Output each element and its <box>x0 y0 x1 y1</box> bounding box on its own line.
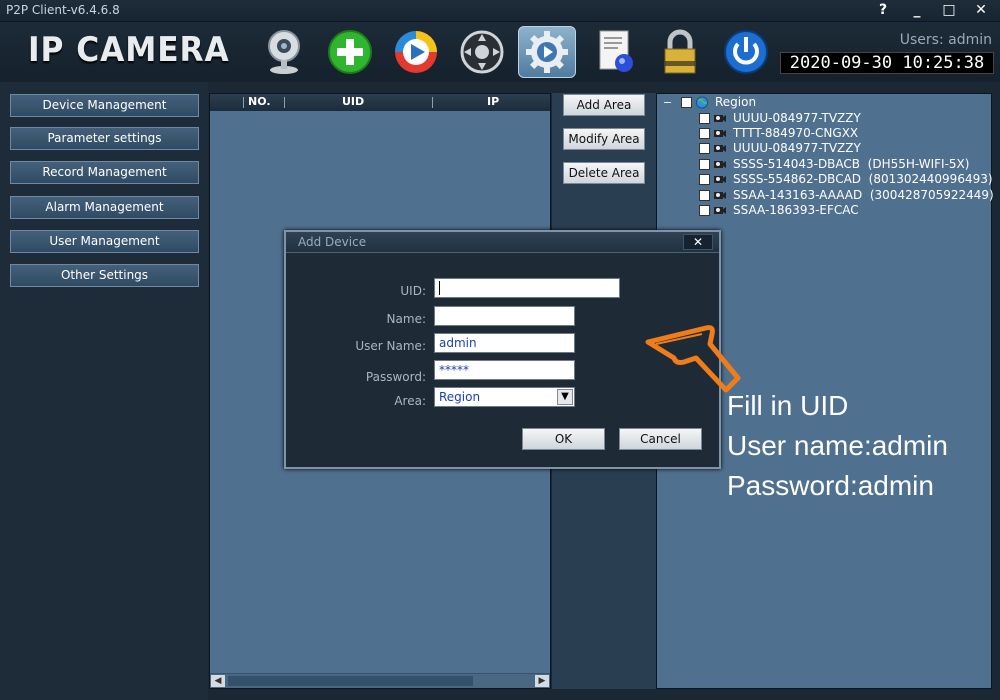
camera-icon <box>714 114 726 122</box>
area-label: Area: <box>394 394 426 408</box>
column-ip[interactable]: IP <box>487 95 499 108</box>
annotation-line-2: User name:admin <box>727 430 948 461</box>
table-header: NO. UID IP <box>210 94 550 111</box>
name-field[interactable] <box>434 306 575 326</box>
scroll-right-icon[interactable]: ▶ <box>535 675 549 687</box>
tree-device-item[interactable]: SSSS-514043-DBACB (DH55H-WIFI-5X) <box>699 157 969 171</box>
dialog-title: Add Device <box>298 235 367 249</box>
sidebar-item-user-management[interactable]: User Management <box>10 230 199 253</box>
ptz-icon[interactable] <box>454 26 510 78</box>
delete-area-button[interactable]: Delete Area <box>563 162 645 184</box>
minimize-button[interactable]: _ <box>904 0 930 20</box>
webcam-icon[interactable] <box>256 26 312 78</box>
name-label: Name: <box>386 312 426 326</box>
close-window-button[interactable]: ✕ <box>968 0 994 20</box>
tree-device-item[interactable]: UUUU-084977-TVZZY <box>699 111 861 125</box>
collapse-icon[interactable]: − <box>663 96 675 109</box>
log-icon[interactable] <box>588 26 644 78</box>
maximize-button[interactable]: □ <box>936 0 962 20</box>
sidebar-item-alarm-management[interactable]: Alarm Management <box>10 196 199 219</box>
dialog-title-bar: Add Device ✕ <box>286 232 719 253</box>
password-field[interactable]: ***** <box>434 360 575 380</box>
tree-root[interactable]: − Region <box>663 95 756 109</box>
settings-icon[interactable] <box>518 26 576 78</box>
add-area-button[interactable]: Add Area <box>563 94 645 116</box>
window-title: P2P Client-v6.4.6.8 <box>6 3 120 17</box>
device-checkbox[interactable] <box>699 127 710 139</box>
globe-icon <box>695 95 709 109</box>
camera-icon <box>714 144 726 152</box>
sidebar: Device Management Parameter settings Rec… <box>0 82 208 700</box>
username-label: User Name: <box>355 339 426 353</box>
camera-icon <box>714 175 726 183</box>
device-checkbox[interactable] <box>699 173 710 185</box>
header: IP CAMERA Users: admin 2020-09-30 10:25:… <box>0 22 1000 82</box>
uid-field[interactable] <box>434 278 620 298</box>
app-logo: IP CAMERA <box>28 30 230 70</box>
datetime-display: 2020-09-30 10:25:38 <box>780 52 994 74</box>
camera-icon <box>714 191 726 199</box>
uid-label: UID: <box>400 284 426 298</box>
device-checkbox[interactable] <box>699 158 710 170</box>
lock-icon[interactable] <box>652 26 708 78</box>
users-label: Users: admin <box>899 32 992 48</box>
column-uid[interactable]: UID <box>342 95 364 108</box>
title-bar: P2P Client-v6.4.6.8 ? _ □ ✕ <box>0 0 1000 22</box>
tree-checkbox[interactable] <box>681 96 692 108</box>
device-checkbox[interactable] <box>699 142 710 154</box>
sidebar-item-device-management[interactable]: Device Management <box>10 94 199 117</box>
sidebar-item-other-settings[interactable]: Other Settings <box>10 264 199 287</box>
tree-device-item[interactable]: SSAA-143163-AAAAD (300428705922449) <box>699 188 994 202</box>
tree-device-item[interactable]: SSAA-186393-EFCAC <box>699 203 859 217</box>
tree-device-item[interactable]: SSSS-554862-DBCAD (801302440996493) <box>699 172 993 186</box>
tree-device-item[interactable]: TTTT-884970-CNGXX <box>699 126 858 140</box>
sidebar-item-parameter-settings[interactable]: Parameter settings <box>10 127 199 150</box>
column-no[interactable]: NO. <box>248 95 271 108</box>
tree-device-item[interactable]: UUUU-084977-TVZZY <box>699 141 861 155</box>
device-checkbox[interactable] <box>699 189 710 201</box>
annotation-line-3: Password:admin <box>727 470 934 501</box>
username-field[interactable]: admin <box>434 333 575 353</box>
text-cursor <box>439 281 440 295</box>
add-icon[interactable] <box>322 26 378 78</box>
help-button[interactable]: ? <box>870 0 896 20</box>
camera-icon <box>714 206 726 214</box>
scrollbar-thumb[interactable] <box>228 676 473 686</box>
annotation-line-1: Fill in UID <box>727 390 849 421</box>
device-checkbox[interactable] <box>699 204 710 216</box>
camera-icon <box>714 160 726 168</box>
ok-button[interactable]: OK <box>522 428 605 450</box>
modify-area-button[interactable]: Modify Area <box>563 128 645 150</box>
scroll-left-icon[interactable]: ◀ <box>211 675 225 687</box>
chevron-down-icon[interactable]: ▼ <box>557 389 573 405</box>
dialog-close-button[interactable]: ✕ <box>683 234 713 250</box>
password-label: Password: <box>365 370 426 384</box>
camera-icon <box>714 129 726 137</box>
power-icon[interactable] <box>718 26 774 78</box>
cancel-button[interactable]: Cancel <box>619 428 702 450</box>
playback-icon[interactable] <box>388 26 444 78</box>
device-checkbox[interactable] <box>699 112 710 124</box>
area-select[interactable]: Region ▼ <box>434 387 575 407</box>
sidebar-item-record-management[interactable]: Record Management <box>10 161 199 184</box>
horizontal-scrollbar[interactable]: ◀ ▶ <box>210 673 550 688</box>
